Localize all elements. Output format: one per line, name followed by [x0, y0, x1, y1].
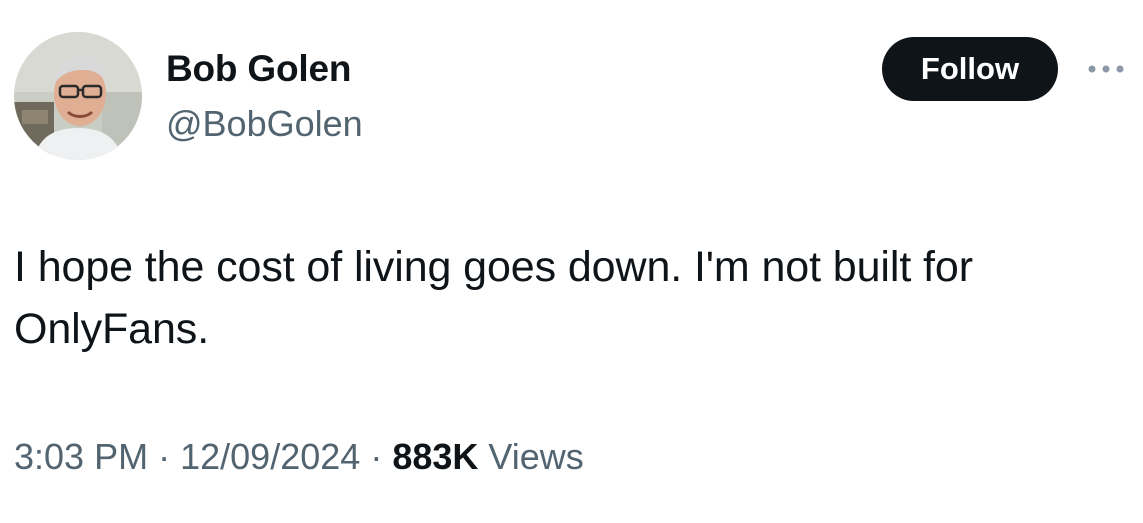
more-horizontal-icon — [1088, 65, 1124, 73]
display-name[interactable]: Bob Golen — [166, 49, 351, 89]
tweet-time[interactable]: 3:03 PM — [14, 436, 148, 477]
tweet-text-line-1: I hope the cost of living goes down. I'm… — [14, 243, 973, 291]
tweet-card: Bob Golen @BobGolen Follow I hope the co… — [0, 0, 1143, 523]
views-label: Views — [488, 436, 584, 477]
views-count[interactable]: 883K — [392, 436, 478, 477]
follow-button[interactable]: Follow — [882, 37, 1058, 101]
tweet-metadata: 3:03 PM · 12/09/2024 · 883K Views — [14, 432, 584, 482]
avatar[interactable] — [14, 32, 142, 160]
meta-separator: · — [370, 436, 383, 477]
avatar-photo — [14, 32, 142, 160]
tweet-text: I hope the cost of living goes down. I'm… — [14, 236, 1134, 360]
tweet-date[interactable]: 12/09/2024 — [180, 436, 360, 477]
user-handle[interactable]: @BobGolen — [166, 104, 363, 144]
meta-separator: · — [158, 436, 171, 477]
more-options-button[interactable] — [1082, 56, 1130, 82]
tweet-text-line-2: OnlyFans. — [14, 305, 210, 353]
